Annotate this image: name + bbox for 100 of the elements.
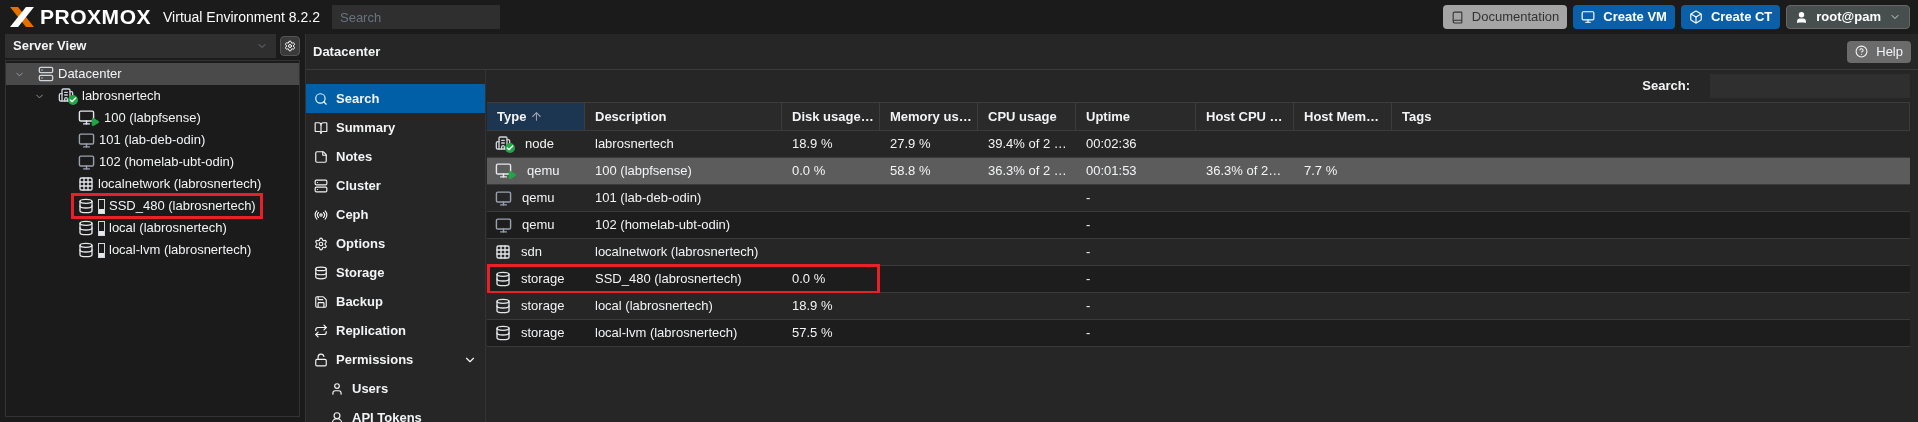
grid-icon (495, 244, 511, 260)
nav-item[interactable]: Backup (306, 287, 485, 316)
column-header[interactable]: Host CPU … (1196, 103, 1294, 130)
column-header[interactable]: Tags (1392, 103, 1910, 130)
table-cell-text: 58.8 % (890, 162, 931, 181)
gauge-icon (98, 198, 105, 214)
nav-item[interactable]: Users (306, 374, 485, 403)
table-cell-text: 101 (lab-deb-odin) (595, 189, 702, 208)
nav-item[interactable]: Options (306, 229, 485, 258)
database-icon (78, 198, 94, 214)
table-cell-text: labrosnertech (595, 135, 674, 154)
create-ct-button[interactable]: Create CT (1680, 5, 1781, 29)
node-online-icon (58, 87, 78, 105)
tree-item[interactable]: 101 (lab-deb-odin) (6, 129, 299, 151)
tree-item[interactable]: 100 (labpfsense) (6, 107, 299, 129)
server-icon (38, 66, 54, 82)
tree-item[interactable]: localnetwork (labrosnertech) (6, 173, 299, 195)
search-label: Search: (1642, 77, 1690, 96)
table-cell-text: localnetwork (labrosnertech) (595, 243, 759, 262)
table-cell-text: sdn (521, 243, 542, 262)
table-row[interactable]: qemu 102 (homelab-ubt-odin) - (487, 212, 1910, 239)
user-icon (1795, 10, 1809, 24)
user-icon (330, 381, 344, 396)
create-vm-button[interactable]: Create VM (1573, 5, 1675, 29)
nav-item[interactable]: API Tokens (306, 403, 485, 422)
nav-icon (314, 149, 328, 164)
table-cell-text: 36.3% of 2 … (988, 162, 1067, 181)
user-menu-button[interactable]: root@pam (1786, 5, 1910, 29)
table-cell-text: - (1086, 189, 1091, 208)
documentation-button[interactable]: Documentation (1442, 5, 1568, 29)
table-cell-text: 36.3% of 2… (1206, 162, 1282, 181)
tree-item[interactable]: SSD_480 (labrosnertech) (6, 195, 299, 217)
nav-icon (314, 294, 328, 309)
tree-item[interactable]: labrosnertech (6, 85, 299, 107)
table-cell-text: 39.4% of 2 … (988, 135, 1067, 154)
column-header[interactable]: Type (487, 103, 585, 130)
sort-arrow-icon (530, 110, 544, 123)
table-cell-text: 00:01:53 (1086, 162, 1137, 181)
nav-item[interactable]: Notes (306, 142, 485, 171)
table-cell-text: storage (521, 270, 565, 289)
cube-icon (1688, 10, 1703, 24)
table-cell-text: local (labrosnertech) (595, 297, 713, 316)
table-row[interactable]: storage SSD_480 (labrosnertech) 0.0 % - (487, 266, 1910, 293)
nav-icon (314, 265, 328, 280)
table-cell-text: - (1086, 297, 1091, 316)
table-row[interactable]: qemu 100 (labpfsense) 0.0 % 58.8 % 36.3% of 2 … 00:01:53 36.3% of 2… 7.7 % (487, 158, 1910, 185)
user-icon (330, 410, 344, 422)
table-cell-text: node (525, 135, 554, 154)
column-header[interactable]: Description (585, 103, 782, 130)
nav-item[interactable]: Storage (306, 258, 485, 287)
table-cell-text: qemu (522, 216, 555, 235)
nav-icon (314, 236, 328, 251)
database-icon (78, 242, 94, 258)
nav-item[interactable]: Cluster (306, 171, 485, 200)
column-header[interactable]: Memory us… (880, 103, 978, 130)
help-button[interactable]: Help (1847, 40, 1911, 63)
table-cell-text: local-lvm (labrosnertech) (595, 324, 738, 343)
column-header[interactable]: Host Mem… (1294, 103, 1392, 130)
database-icon (495, 298, 511, 314)
tree-item[interactable]: 102 (homelab-ubt-odin) (6, 151, 299, 173)
table-cell-text: - (1086, 324, 1091, 343)
table-cell-text: storage (521, 297, 565, 316)
tree-item[interactable]: local (labrosnertech) (6, 217, 299, 239)
table-cell-text: 57.5 % (792, 324, 833, 343)
table-cell-text: - (1086, 270, 1091, 289)
table-row[interactable]: storage local-lvm (labrosnertech) 57.5 % - (487, 320, 1910, 347)
column-header[interactable]: Uptime (1076, 103, 1196, 130)
tree-label: 100 (labpfsense) (104, 109, 201, 128)
table-cell-text: - (1086, 243, 1091, 262)
tree-item[interactable]: local-lvm (labrosnertech) (6, 239, 299, 261)
grid-icon (78, 176, 94, 192)
column-header[interactable]: Disk usage… (782, 103, 880, 130)
table-cell-text: 100 (labpfsense) (595, 162, 692, 181)
tree-label: 102 (homelab-ubt-odin) (99, 153, 235, 172)
brand-name: PROXMOX (40, 4, 152, 31)
x-logo-icon (8, 6, 36, 28)
database-icon (78, 220, 94, 236)
nav-item[interactable]: Ceph (306, 200, 485, 229)
monitor-icon (1581, 10, 1596, 24)
tree-label: Datacenter (58, 65, 122, 84)
settings-button[interactable] (280, 36, 300, 56)
table-cell-text: 18.9 % (792, 297, 833, 316)
nav-item[interactable]: Summary (306, 113, 485, 142)
view-selector[interactable]: Server View (5, 34, 276, 58)
nav-icon (314, 352, 328, 367)
column-header[interactable]: CPU usage (978, 103, 1076, 130)
nav-icon (314, 120, 328, 135)
book-icon (1450, 10, 1464, 24)
table-cell-text: qemu (527, 162, 560, 181)
tree-item[interactable]: Datacenter (6, 63, 299, 85)
nav-item[interactable]: Permissions (306, 345, 485, 374)
nav-item[interactable]: Replication (306, 316, 485, 345)
table-cell-text: 27.9 % (890, 135, 931, 154)
nav-item[interactable]: Search (306, 84, 485, 113)
table-cell-text: - (1086, 216, 1091, 235)
table-row[interactable]: storage local (labrosnertech) 18.9 % - (487, 293, 1910, 320)
search-field[interactable]: Search (332, 5, 500, 29)
tree-label: labrosnertech (82, 87, 161, 106)
gauge-icon (98, 242, 105, 258)
table-cell-text: 0.0 % (792, 162, 826, 181)
